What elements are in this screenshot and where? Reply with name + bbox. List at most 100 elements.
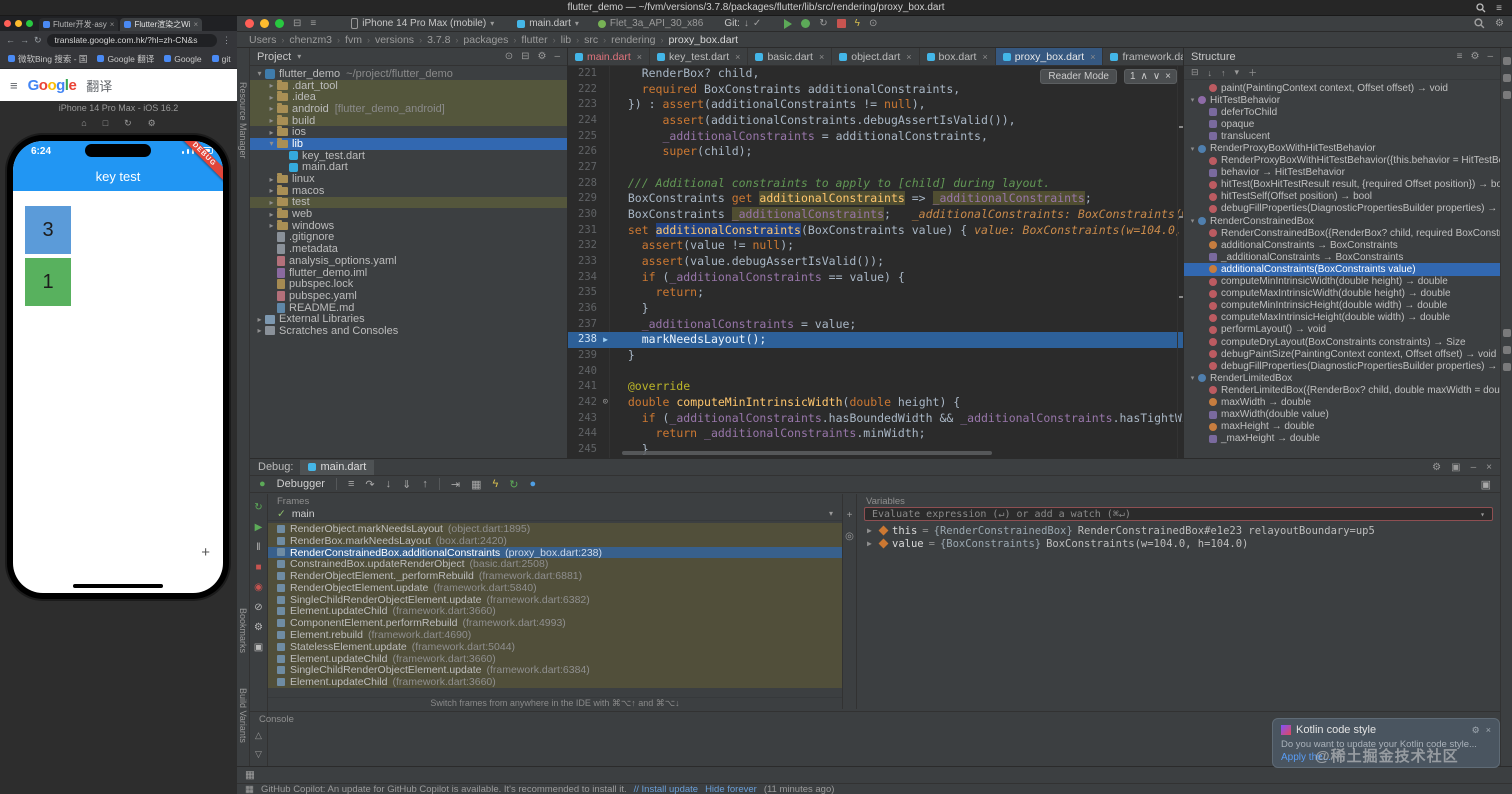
- profile-button[interactable]: ↻: [819, 18, 827, 29]
- mute-breakpoints-icon[interactable]: ⊘: [254, 602, 262, 613]
- structure-item[interactable]: translucent: [1184, 130, 1500, 142]
- debugger-tab-label[interactable]: Debugger: [277, 478, 325, 490]
- tree-item[interactable]: analysis_options.yaml: [250, 255, 567, 267]
- tree-item[interactable]: ▸build: [250, 115, 567, 127]
- frame-row[interactable]: StatelessElement.update(framework.dart:5…: [268, 641, 842, 653]
- notifications-icon[interactable]: [1503, 57, 1511, 65]
- code-line[interactable]: 235 return;: [568, 285, 1183, 301]
- frame-row[interactable]: ComponentElement.performRebuild(framewor…: [268, 617, 842, 629]
- browser-menu-icon[interactable]: ⋮: [222, 35, 231, 46]
- hide-panel-icon[interactable]: –: [1471, 462, 1477, 473]
- gear-icon[interactable]: ⚙: [537, 51, 546, 62]
- structure-item[interactable]: computeDryLayout(BoxConstraints constrai…: [1184, 336, 1500, 348]
- debug-button[interactable]: [801, 19, 810, 28]
- line-number[interactable]: 239: [568, 348, 610, 364]
- structure-item[interactable]: computeMaxIntrinsicHeight(double width) …: [1184, 312, 1500, 324]
- breadcrumb-item[interactable]: fvm: [345, 34, 362, 46]
- structure-item[interactable]: maxWidth → double: [1184, 396, 1500, 408]
- tree-item[interactable]: ▸linux: [250, 173, 567, 185]
- tree-item[interactable]: key_test.dart: [250, 150, 567, 162]
- breadcrumb-item[interactable]: Users: [249, 34, 276, 46]
- code-line[interactable]: 228 /// Additional constraints to apply …: [568, 176, 1183, 192]
- frame-row[interactable]: SingleChildRenderObjectElement.update(fr…: [268, 594, 842, 606]
- git-commit-icon[interactable]: ✓: [753, 18, 761, 29]
- reload-icon[interactable]: ↻: [34, 35, 42, 46]
- code-line[interactable]: 232 assert(value != null);: [568, 238, 1183, 254]
- tab-close-icon[interactable]: ×: [819, 52, 824, 62]
- attach-debugger-icon[interactable]: ⊙: [869, 18, 877, 29]
- structure-item[interactable]: computeMinIntrinsicHeight(double width) …: [1184, 300, 1500, 312]
- watch-eye-icon[interactable]: ◎: [845, 531, 854, 542]
- code-line[interactable]: 237 _additionalConstraints = value;: [568, 317, 1183, 333]
- code-line[interactable]: 244 return _additionalConstraints.minWid…: [568, 426, 1183, 442]
- locate-file-icon[interactable]: ⊙: [505, 51, 513, 62]
- tool-window-switcher-icon[interactable]: ▦: [245, 769, 255, 781]
- emulator-icon[interactable]: [1503, 363, 1511, 371]
- structure-item[interactable]: RenderConstrainedBox({RenderBox? child, …: [1184, 227, 1500, 239]
- code-line[interactable]: 230 BoxConstraints _additionalConstraint…: [568, 207, 1183, 223]
- toolstrip-resource-manager[interactable]: Resource Manager: [238, 82, 248, 159]
- structure-item[interactable]: maxWidth(double value): [1184, 409, 1500, 421]
- tree-item[interactable]: pubspec.yaml: [250, 290, 567, 302]
- sort-icon[interactable]: ≡: [1457, 51, 1463, 62]
- code-line[interactable]: 245 }: [568, 442, 1183, 458]
- tree-item[interactable]: pubspec.lock: [250, 278, 567, 290]
- browser-tab[interactable]: Flutter渲染之Wi×: [120, 18, 202, 31]
- sort-alpha-icon[interactable]: ↓: [1208, 68, 1213, 78]
- ide-window-controls[interactable]: [245, 19, 284, 28]
- step-into-icon[interactable]: ↓: [386, 478, 392, 490]
- expand-arrow-icon[interactable]: ▶: [867, 539, 875, 548]
- step-out-icon[interactable]: ↑: [422, 478, 428, 490]
- bookmark-item[interactable]: git: [212, 53, 231, 65]
- tree-item[interactable]: ▸web: [250, 208, 567, 220]
- spotlight-search-icon[interactable]: [1476, 3, 1486, 13]
- bookmark-item[interactable]: Google 翻译: [97, 53, 154, 65]
- rerun-icon[interactable]: ↻: [254, 502, 262, 513]
- hot-restart-icon[interactable]: ↻: [509, 478, 518, 491]
- close-icon[interactable]: ×: [1486, 462, 1492, 473]
- frame-row[interactable]: RenderObject.markNeedsLayout(object.dart…: [268, 523, 842, 535]
- tree-arrow-icon[interactable]: ▾: [266, 139, 277, 148]
- structure-item[interactable]: RenderProxyBoxWithHitTestBehavior({this.…: [1184, 155, 1500, 167]
- group-fields-icon[interactable]: ⊟: [1191, 67, 1199, 78]
- code-line[interactable]: 224 assert(additionalConstraints.debugAs…: [568, 113, 1183, 129]
- gear-icon[interactable]: ⚙: [1495, 18, 1504, 29]
- tree-item[interactable]: ▸macos: [250, 185, 567, 197]
- structure-item[interactable]: additionalConstraints(BoxConstraints val…: [1184, 263, 1500, 275]
- close-icon[interactable]: ×: [1165, 71, 1171, 82]
- tab-close-icon[interactable]: ×: [735, 52, 740, 62]
- tree-arrow-icon[interactable]: ▸: [266, 93, 277, 102]
- debug-session-tab[interactable]: main.dart: [300, 460, 374, 475]
- structure-item[interactable]: _maxHeight → double: [1184, 433, 1500, 445]
- structure-arrow-icon[interactable]: ▾: [1188, 96, 1197, 104]
- line-number[interactable]: 226: [568, 144, 610, 160]
- prev-match-icon[interactable]: ∧: [1141, 71, 1148, 82]
- line-number[interactable]: 225: [568, 129, 610, 145]
- tree-item[interactable]: ▸.idea: [250, 91, 567, 103]
- structure-item[interactable]: debugFillProperties(DiagnosticProperties…: [1184, 360, 1500, 372]
- structure-item[interactable]: performLayout() → void: [1184, 324, 1500, 336]
- run-config-selector[interactable]: main.dart▾: [517, 18, 579, 29]
- rotate-icon[interactable]: ↻: [124, 118, 132, 129]
- code-line[interactable]: 225 _additionalConstraints = additionalC…: [568, 129, 1183, 145]
- tab-close-icon[interactable]: ×: [110, 20, 115, 29]
- tree-item[interactable]: ▾flutter_demo~/project/flutter_demo: [250, 68, 567, 80]
- structure-arrow-icon[interactable]: ▾: [1188, 374, 1197, 382]
- tree-item[interactable]: ▸.dart_tool: [250, 80, 567, 92]
- editor-tab[interactable]: framework.dart×: [1103, 48, 1183, 65]
- tree-arrow-icon[interactable]: ▸: [266, 116, 277, 125]
- hamburger-menu-icon[interactable]: ≡: [10, 78, 18, 93]
- structure-item[interactable]: debugPaintSize(PaintingContext context, …: [1184, 348, 1500, 360]
- structure-item[interactable]: maxHeight → double: [1184, 421, 1500, 433]
- home-icon[interactable]: ⌂: [81, 118, 86, 128]
- frame-row[interactable]: RenderBox.markNeedsLayout(box.dart:2420): [268, 535, 842, 547]
- tree-item[interactable]: ▸External Libraries: [250, 313, 567, 325]
- code-line[interactable]: 242⊙ double computeMinIntrinsicWidth(dou…: [568, 395, 1183, 411]
- code-line[interactable]: 231 set additionalConstraints(BoxConstra…: [568, 223, 1183, 239]
- restore-layout-icon[interactable]: ▣: [1481, 478, 1491, 491]
- line-number[interactable]: 229: [568, 191, 610, 207]
- tab-close-icon[interactable]: ×: [1090, 52, 1095, 62]
- browser-window-controls[interactable]: [4, 16, 33, 31]
- breadcrumb-item[interactable]: src: [584, 34, 598, 46]
- line-number[interactable]: 233: [568, 254, 610, 270]
